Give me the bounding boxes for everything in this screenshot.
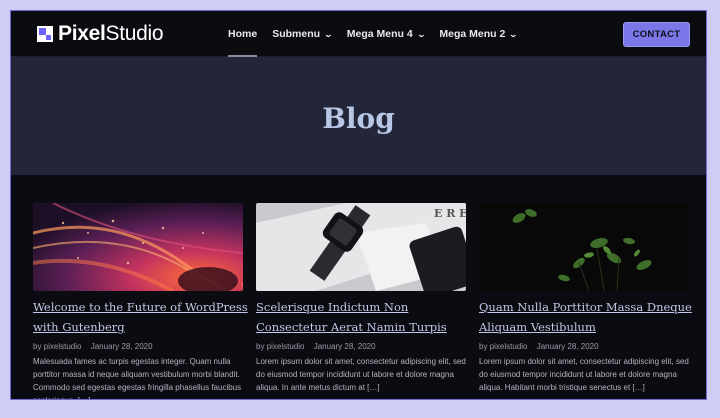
browser-frame: Pixel Studio Home Submenu ⌄ Mega Menu 4 … xyxy=(10,10,707,400)
chevron-down-icon: ⌄ xyxy=(508,29,519,39)
logo-text-light: Studio xyxy=(105,22,164,45)
svg-text:E R E A: E R E A xyxy=(434,207,466,220)
post-excerpt: Malesuada fames ac turpis egestas intege… xyxy=(33,357,242,399)
site-header: Pixel Studio Home Submenu ⌄ Mega Menu 4 … xyxy=(11,11,706,57)
post-author: by pixelstudio xyxy=(479,342,528,351)
chevron-down-icon: ⌄ xyxy=(323,29,334,39)
logo-icon xyxy=(37,26,53,42)
page-title: Blog xyxy=(322,101,395,135)
nav-item-mega-menu-2[interactable]: Mega Menu 2 ⌄ xyxy=(439,11,519,57)
post-meta: by pixelstudio January 28, 2020 xyxy=(256,342,466,351)
post-card: E R E A Scelerisque Indictum Non Consect… xyxy=(256,203,466,394)
nav-item-home[interactable]: Home xyxy=(228,11,258,57)
post-author: by pixelstudio xyxy=(33,342,82,351)
nav-item-label: Home xyxy=(228,28,258,40)
nav-item-mega-menu-4[interactable]: Mega Menu 4 ⌄ xyxy=(346,11,426,57)
nav-item-label: Mega Menu 2 xyxy=(439,28,506,40)
post-title-link[interactable]: Quam Nulla Porttitor Massa Dneque Aliqua… xyxy=(479,297,694,337)
post-date: January 28, 2020 xyxy=(313,342,376,351)
post-excerpt: Lorem ipsum dolor sit amet, consectetur … xyxy=(256,357,466,392)
logo-text-bold: Pixel xyxy=(58,22,106,45)
contact-button[interactable]: CONTACT xyxy=(623,22,690,47)
post-card: Welcome to the Future of WordPress with … xyxy=(33,203,248,399)
post-author: by pixelstudio xyxy=(256,342,305,351)
post-date: January 28, 2020 xyxy=(536,342,599,351)
post-date: January 28, 2020 xyxy=(90,342,153,351)
post-title-link[interactable]: Welcome to the Future of WordPress with … xyxy=(33,297,248,337)
post-card: Quam Nulla Porttitor Massa Dneque Aliqua… xyxy=(479,203,692,394)
post-title-link[interactable]: Scelerisque Indictum Non Consectetur Aer… xyxy=(256,297,471,337)
nav-item-label: Mega Menu 4 xyxy=(346,28,413,40)
nav-item-label: Submenu xyxy=(272,28,321,40)
post-meta: by pixelstudio January 28, 2020 xyxy=(33,342,243,351)
chevron-down-icon: ⌄ xyxy=(416,29,426,39)
post-thumbnail-abstract-swirl[interactable] xyxy=(33,203,243,291)
page-hero: Blog xyxy=(11,57,706,175)
nav-item-submenu[interactable]: Submenu ⌄ xyxy=(272,11,334,57)
site-logo[interactable]: Pixel Studio xyxy=(37,21,164,47)
post-excerpt: Lorem ipsum dolor sit amet, consectetur … xyxy=(479,357,689,392)
post-meta: by pixelstudio January 28, 2020 xyxy=(479,342,689,351)
post-thumbnail-smartwatch[interactable]: E R E A xyxy=(256,203,466,291)
post-thumbnail-plant[interactable] xyxy=(479,203,689,291)
main-nav: Home Submenu ⌄ Mega Menu 4 ⌄ Mega Menu 2… xyxy=(228,11,532,57)
